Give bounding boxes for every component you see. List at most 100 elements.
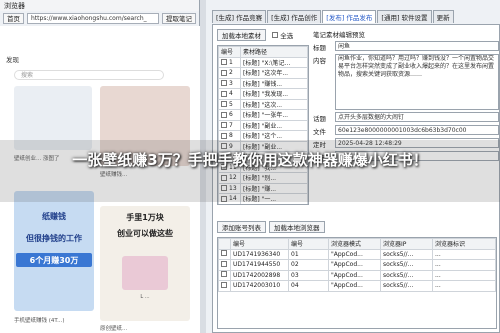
- cell-ip: socks5//...: [380, 248, 433, 260]
- row-checkbox[interactable]: [221, 101, 227, 108]
- tab-settings[interactable]: [通用] 软件设置: [377, 10, 432, 23]
- cell-n: 04: [288, 280, 329, 292]
- row-checkbox[interactable]: [221, 281, 227, 288]
- table-row[interactable]: 4 [标题] "我发现...: [218, 88, 308, 100]
- cell-tag: ...: [432, 259, 496, 271]
- row-path: [标题] "这次...: [240, 98, 308, 110]
- cell-uid: UD1742002898: [230, 269, 289, 281]
- column-header[interactable]: 浏览器模式: [328, 238, 381, 250]
- row-id: 7: [218, 119, 241, 131]
- extract-notes-button[interactable]: 提取笔记: [162, 12, 196, 24]
- row-id-label: 7: [229, 121, 233, 129]
- row-checkbox[interactable]: [221, 59, 227, 66]
- card-badge: 6个月赚30万: [29, 256, 79, 265]
- column-header: [218, 238, 231, 250]
- account-toolbar: 添加账号列表 加载本地浏览器: [217, 221, 497, 233]
- browser-toolbar: 首页 https://www.xiaohongshu.com/search_ 提…: [0, 11, 199, 25]
- home-button[interactable]: 首页: [3, 12, 24, 24]
- table-row[interactable]: 1 [标题] "X:\笔记...: [218, 56, 308, 68]
- column-header[interactable]: 编号: [288, 238, 329, 250]
- browser-title: 浏览器: [4, 1, 25, 10]
- tab-publish[interactable]: [发布] 作品发布: [322, 10, 377, 23]
- cell-uid: UD1741944550: [230, 259, 289, 271]
- file-label: 文件: [313, 128, 326, 136]
- browser-titlebar: 浏览器: [0, 0, 199, 11]
- preview-group-title: 笔记素材编辑预览: [313, 31, 365, 39]
- video-caption: 一张壁纸赚3万？手把手教你用这款神器赚爆小红书！: [72, 151, 428, 169]
- topic-field[interactable]: 点开头多层数据的大闹钉: [335, 112, 499, 122]
- tab-competition[interactable]: [生成] 作品竞赛: [212, 10, 267, 23]
- row-checkbox[interactable]: [221, 271, 227, 278]
- row-checkbox[interactable]: [221, 111, 227, 118]
- row-id: 2: [218, 67, 241, 79]
- row-checkbox[interactable]: [221, 250, 227, 257]
- feed-card[interactable]: 纸赚钱 但很挣钱的工作 6个月赚30万: [14, 191, 94, 311]
- row-checkbox[interactable]: [221, 260, 227, 267]
- column-header[interactable]: 浏览器IP: [380, 238, 433, 250]
- card-meta: 原创壁纸...: [100, 326, 128, 332]
- column-header[interactable]: 浏览器标识: [432, 238, 496, 250]
- row-id: 5: [218, 98, 241, 110]
- table-row[interactable]: UD1741936340 01 "AppCod... socks5//......: [218, 248, 496, 260]
- table-row[interactable]: 2 [标题] "这次年...: [218, 67, 308, 79]
- cell-ip: socks5//...: [380, 280, 433, 292]
- cell-mode: "AppCod...: [328, 248, 381, 260]
- table-row[interactable]: 6 [标题] "一张年...: [218, 109, 308, 121]
- load-local-material-button[interactable]: 加载本地素材: [217, 29, 266, 41]
- select-all-label: 全选: [280, 32, 294, 40]
- feed-card[interactable]: 手里1万块 创业可以做这些 L ...: [100, 206, 190, 321]
- tab-bar: [生成] 作品竞赛 [生成] 作品创作 [发布] 作品发布 [通用] 软件设置 …: [206, 0, 500, 24]
- table-row[interactable]: UD1742002898 03 "AppCod... socks5//......: [218, 269, 496, 281]
- row-checkbox[interactable]: [221, 80, 227, 87]
- file-row: 文件 60e123e8000000001003dc6b63b3d70c00: [313, 125, 499, 136]
- account-table: 编号 编号 浏览器模式 浏览器IP 浏览器标识 UD1741936340 01 "A…: [217, 237, 497, 329]
- title-field[interactable]: 闲鱼: [335, 41, 499, 51]
- cell-uid: UD1741936340: [230, 248, 289, 260]
- account-section: 添加账号列表 加载本地浏览器 编号 编号 浏览器模式 浏览器IP 浏览器标识 U…: [217, 221, 497, 331]
- card-headline: 但很挣钱的工作: [26, 234, 82, 243]
- row-id-label: 5: [229, 100, 233, 108]
- file-field[interactable]: 60e123e8000000001003dc6b63b3d70c00: [335, 125, 499, 135]
- tab-create[interactable]: [生成] 作品创作: [267, 10, 322, 23]
- row-checkbox-cell[interactable]: [218, 269, 231, 281]
- cell-ip: socks5//...: [380, 269, 433, 281]
- table-row[interactable]: UD1741944550 02 "AppCod... socks5//......: [218, 259, 496, 271]
- row-checkbox-cell[interactable]: [218, 280, 231, 292]
- discover-tab[interactable]: 发现: [6, 54, 19, 64]
- cell-mode: "AppCod...: [328, 259, 381, 271]
- title-row: 标题 闲鱼: [313, 41, 499, 52]
- table-row[interactable]: 7 [标题] "副业...: [218, 119, 308, 131]
- tab-update[interactable]: 更新: [432, 10, 454, 23]
- card-headline: 纸赚钱: [42, 212, 66, 221]
- content-field[interactable]: 闲鱼作业，你知道吗？用过吗？赚到钱没？一个闲置物品交易平台怎样突然变成了副业收入…: [335, 54, 499, 110]
- card-headline: 手里1万块: [126, 213, 164, 222]
- url-input[interactable]: https://www.xiaohongshu.com/search_: [27, 12, 159, 24]
- row-checkbox[interactable]: [221, 69, 227, 76]
- table-row[interactable]: 3 [标题] "赚钱...: [218, 77, 308, 89]
- row-checkbox-cell[interactable]: [218, 248, 231, 260]
- card-headline: 创业可以做这些: [117, 229, 173, 238]
- row-path: [标题] "一张年...: [240, 109, 308, 121]
- row-checkbox[interactable]: [221, 132, 227, 139]
- row-id-label: 6: [229, 111, 233, 119]
- table-row[interactable]: UD1742003010 04 "AppCod... socks5//......: [218, 280, 496, 292]
- column-header[interactable]: 编号: [230, 238, 289, 250]
- row-id-label: 1: [229, 58, 233, 66]
- row-path: [标题] "副业...: [240, 119, 308, 131]
- search-input[interactable]: 搜索: [14, 70, 164, 80]
- column-header[interactable]: 素材路径: [240, 46, 308, 58]
- row-checkbox[interactable]: [221, 90, 227, 97]
- column-header[interactable]: 编号: [218, 46, 241, 58]
- row-checkbox[interactable]: [221, 122, 227, 129]
- cell-n: 03: [288, 269, 329, 281]
- row-path: [标题] "赚钱...: [240, 77, 308, 89]
- content-row: 内容 闲鱼作业，你知道吗？用过吗？赚到钱没？一个闲置物品交易平台怎样突然变成了副…: [313, 54, 499, 110]
- add-account-list-button[interactable]: 添加账号列表: [217, 221, 266, 233]
- row-checkbox-cell[interactable]: [218, 259, 231, 271]
- card-meta: 手机壁纸赚钱 (4T...): [14, 318, 65, 324]
- topic-row: 话题 点开头多层数据的大闹钉: [313, 112, 499, 123]
- table-row[interactable]: 5 [标题] "这次...: [218, 98, 308, 110]
- row-id: 4: [218, 88, 241, 100]
- load-local-browser-button[interactable]: 加载本地浏览器: [269, 221, 325, 233]
- select-all-checkbox[interactable]: 全选: [272, 30, 293, 40]
